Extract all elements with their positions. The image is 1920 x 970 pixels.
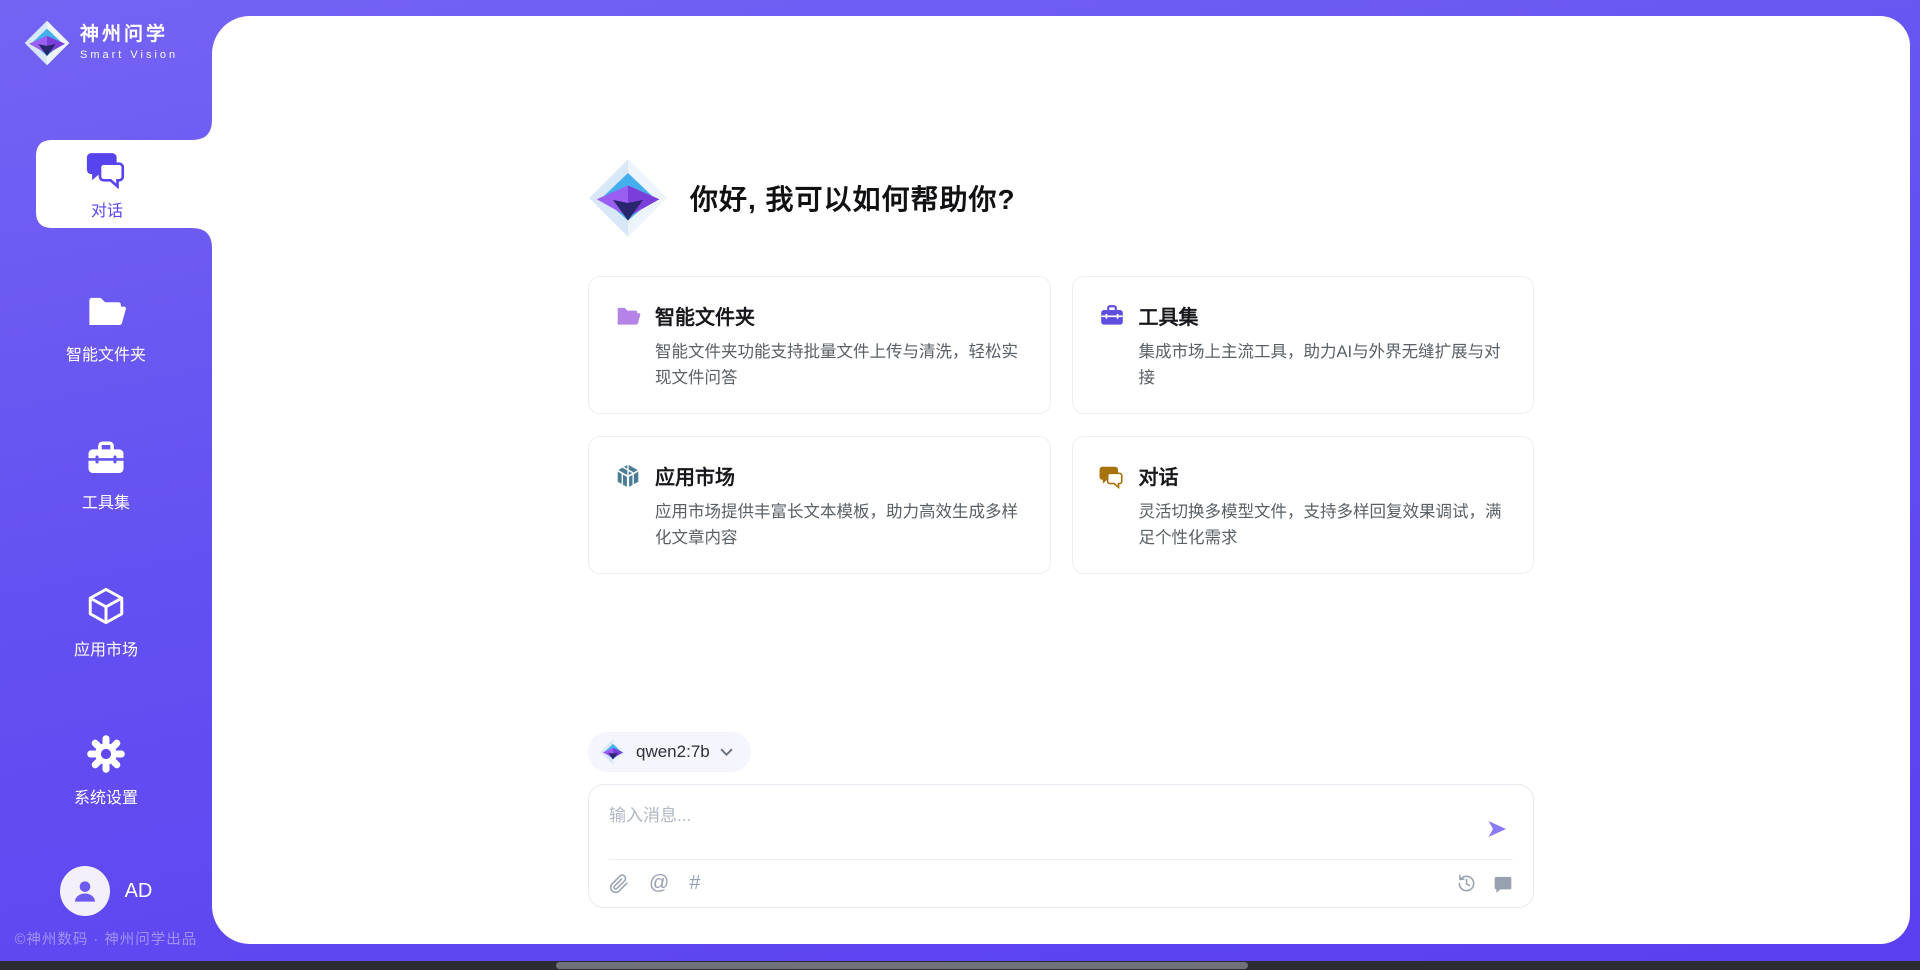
at-icon: @: [649, 872, 669, 895]
chat-bubble-icon: [1493, 874, 1513, 894]
app-logo: 神州问学 Smart Vision: [24, 20, 178, 66]
card-title: 工具集: [1139, 301, 1199, 330]
sidebar-item-label: 智能文件夹: [0, 341, 212, 365]
brand-subtitle: Smart Vision: [80, 49, 178, 61]
hash-icon: #: [689, 872, 700, 895]
sidebar-item-app-market[interactable]: 应用市场: [0, 585, 212, 660]
sidebar-footer: ©神州数码 · 神州问学出品: [0, 928, 212, 949]
message-input-card: @ #: [588, 784, 1534, 908]
feature-cards: 智能文件夹 智能文件夹功能支持批量文件上传与清洗，轻松实现文件问答 工具集 集成…: [588, 276, 1534, 574]
sidebar-item-label: 对话: [91, 197, 123, 221]
brand-gem-icon: [24, 20, 70, 66]
user-icon: [70, 876, 100, 906]
mention-button[interactable]: @: [649, 872, 669, 895]
sidebar-item-label: 系统设置: [0, 784, 212, 808]
sidebar-item-label: 应用市场: [0, 636, 212, 660]
card-toolset[interactable]: 工具集 集成市场上主流工具，助力AI与外界无缝扩展与对接: [1072, 276, 1535, 414]
sidebar-item-toolset[interactable]: 工具集: [0, 438, 212, 513]
card-title: 对话: [1139, 461, 1179, 490]
message-input[interactable]: [609, 801, 1481, 853]
card-app-market[interactable]: 应用市场 应用市场提供丰富长文本模板，助力高效生成多样化文章内容: [588, 436, 1051, 574]
model-name: qwen2:7b: [636, 742, 710, 762]
card-title: 应用市场: [655, 461, 735, 490]
card-description: 应用市场提供丰富长文本模板，助力高效生成多样化文章内容: [615, 500, 1024, 551]
user-name: AD: [125, 880, 153, 903]
avatar: [60, 866, 110, 916]
history-button[interactable]: [1456, 873, 1477, 894]
main-panel: 你好, 我可以如何帮助你? 智能文件夹 智能文件夹功能支持批量文件上传与清洗，轻…: [212, 16, 1910, 944]
cube-icon: [615, 463, 641, 489]
sidebar-item-label: 工具集: [0, 489, 212, 513]
cube-icon: [85, 585, 127, 627]
folder-icon: [615, 303, 641, 329]
card-title: 智能文件夹: [655, 301, 755, 330]
user-account[interactable]: AD: [0, 866, 212, 916]
folder-icon: [85, 290, 127, 332]
greeting: 你好, 我可以如何帮助你?: [588, 158, 1534, 238]
gear-icon: [85, 733, 127, 775]
attach-file-button[interactable]: [609, 874, 629, 894]
topic-button[interactable]: #: [689, 872, 700, 895]
briefcase-icon: [1099, 303, 1125, 329]
model-selector[interactable]: qwen2:7b: [588, 732, 751, 772]
card-smart-folder[interactable]: 智能文件夹 智能文件夹功能支持批量文件上传与清洗，轻松实现文件问答: [588, 276, 1051, 414]
brand-name: 神州问学: [80, 25, 178, 46]
chat-composer-area: qwen2:7b: [588, 732, 1534, 944]
model-gem-icon: [600, 739, 626, 765]
card-chat[interactable]: 对话 灵活切换多模型文件，支持多样回复效果调试，满足个性化需求: [1072, 436, 1535, 574]
sidebar-item-smart-folder[interactable]: 智能文件夹: [0, 290, 212, 365]
sidebar: 神州问学 Smart Vision 对话 智能文件夹 工具集: [0, 0, 212, 970]
greeting-gem-icon: [588, 158, 668, 238]
card-description: 灵活切换多模型文件，支持多样回复效果调试，满足个性化需求: [1099, 500, 1508, 551]
greeting-title: 你好, 我可以如何帮助你?: [690, 178, 1016, 218]
sidebar-item-chat[interactable]: 对话: [36, 140, 178, 228]
send-button[interactable]: [1481, 813, 1513, 848]
paperclip-icon: [609, 874, 629, 894]
history-icon: [1456, 873, 1477, 894]
chevron-down-icon: [720, 748, 733, 757]
card-description: 智能文件夹功能支持批量文件上传与清洗，轻松实现文件问答: [615, 340, 1024, 391]
sidebar-item-settings[interactable]: 系统设置: [0, 733, 212, 808]
scrollbar-thumb[interactable]: [556, 962, 1248, 969]
briefcase-icon: [85, 438, 127, 480]
send-icon: [1485, 817, 1509, 841]
chat-icon: [86, 147, 128, 189]
card-description: 集成市场上主流工具，助力AI与外界无缝扩展与对接: [1099, 340, 1508, 391]
conversation-button[interactable]: [1493, 874, 1513, 894]
chat-icon: [1099, 463, 1125, 489]
horizontal-scrollbar[interactable]: [0, 961, 1920, 970]
